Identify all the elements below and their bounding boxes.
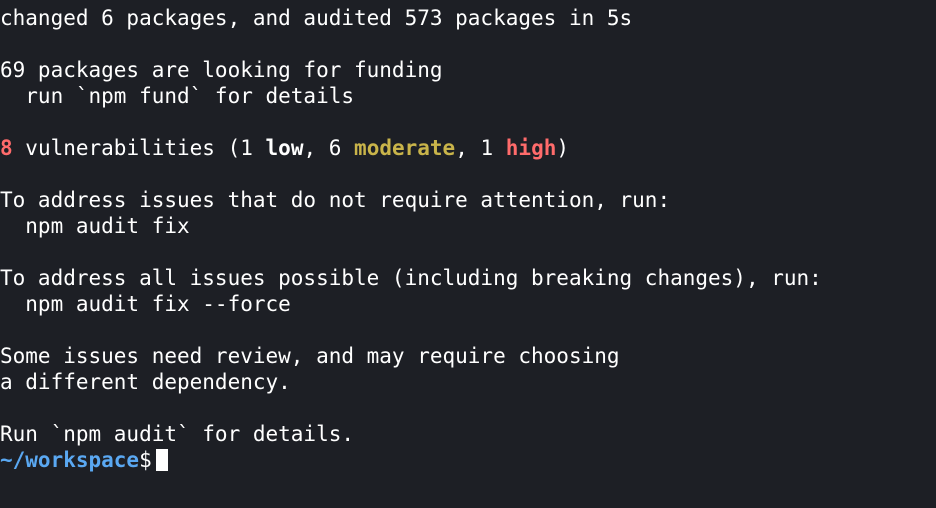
output-address-no-attention: To address issues that do not require at… [0, 188, 671, 212]
output-review-b: a different dependency. [0, 370, 291, 394]
terminal-window[interactable]: changed 6 packages, and audited 573 pack… [0, 0, 936, 508]
output-review-a: Some issues need review, and may require… [0, 344, 620, 368]
prompt-line[interactable]: ~/workspace$ [0, 447, 936, 473]
text-cursor[interactable] [155, 449, 168, 471]
output-audit-fix-force: npm audit fix --force [0, 292, 291, 316]
prompt-path: ~/workspace [0, 448, 140, 472]
output-funding: 69 packages are looking for funding [0, 58, 443, 82]
vulnerability-text: vulnerabilities (1 [12, 136, 266, 160]
severity-moderate: moderate [354, 136, 456, 160]
prompt-symbol: $ [139, 448, 152, 472]
severity-high: high [505, 136, 557, 160]
output-changed: changed 6 packages, and audited 573 pack… [0, 6, 633, 30]
output-run-audit: Run `npm audit` for details. [0, 422, 355, 446]
output-vulnerabilities: 8 vulnerabilities (1 low, 6 moderate, 1 … [0, 135, 936, 161]
severity-low: low [265, 136, 304, 160]
output-fund-command: run `npm fund` for details [0, 84, 355, 108]
output-audit-fix: npm audit fix [0, 214, 190, 238]
vulnerability-text: , 1 [455, 136, 506, 160]
vulnerability-text: , 6 [303, 136, 355, 160]
output-address-all: To address all issues possible (includin… [0, 266, 822, 290]
vulnerability-text: ) [556, 136, 570, 160]
vulnerability-count: 8 [0, 136, 13, 160]
